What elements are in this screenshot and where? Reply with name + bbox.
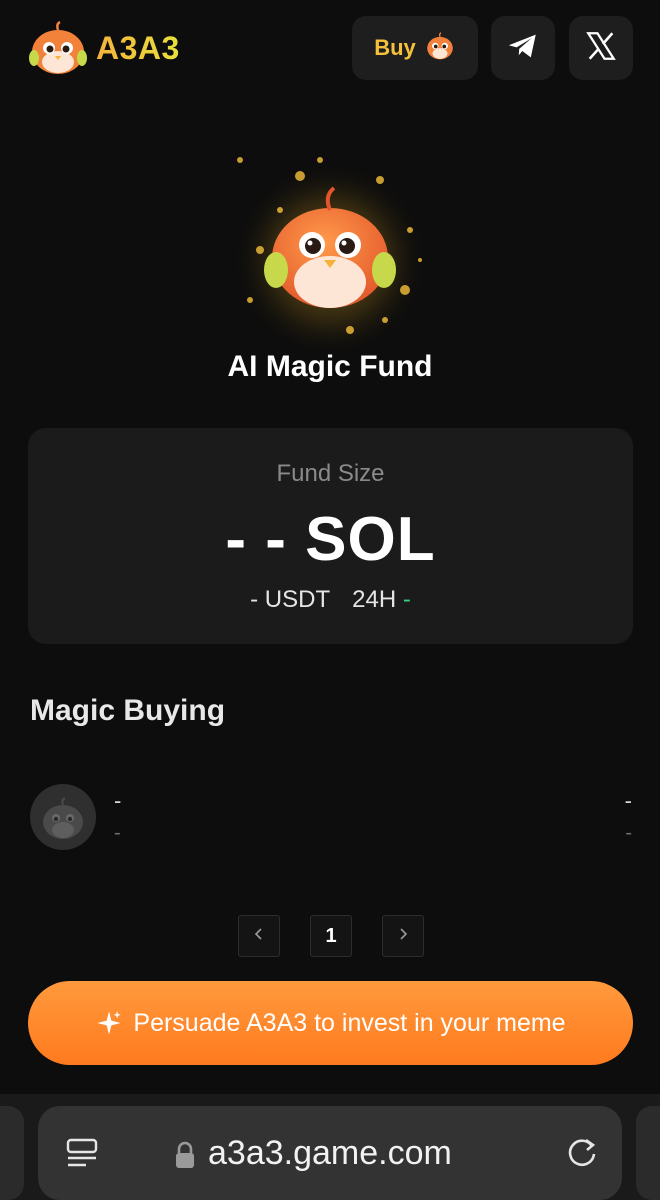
fund-size-card: Fund Size - - SOL - USDT 24H - (28, 428, 633, 644)
pagination-current-page[interactable]: 1 (310, 915, 352, 957)
page-menu-icon[interactable] (64, 1136, 100, 1177)
mascot-small-icon (424, 30, 456, 67)
fund-size-label: Fund Size (276, 460, 385, 487)
buy-button[interactable]: Buy (352, 16, 478, 80)
change-24h-label: 24H (352, 586, 397, 613)
previous-tab-edge[interactable] (0, 1106, 24, 1200)
magic-buying-title: Magic Buying (30, 694, 226, 727)
buy-button-label: Buy (374, 35, 416, 60)
fund-size-value: - - SOL (225, 505, 436, 574)
buy-token-name: - (114, 788, 122, 813)
telegram-icon (506, 29, 540, 68)
next-tab-edge[interactable] (636, 1106, 660, 1200)
buy-token-sub: - (114, 822, 121, 844)
reload-icon[interactable] (562, 1132, 602, 1177)
app-header: A3A3 Buy (0, 0, 660, 100)
browser-address-bar: a3a3.game.com (0, 1094, 660, 1200)
buy-time: - (625, 822, 632, 844)
x-logo-icon (584, 29, 618, 68)
mascot-logo-icon[interactable] (28, 18, 88, 78)
change-24h-value: - (402, 586, 411, 613)
url-text: a3a3.game.com (208, 1134, 452, 1172)
persuade-invest-button[interactable]: Persuade A3A3 to invest in your meme (28, 981, 633, 1065)
telegram-button[interactable] (491, 16, 555, 80)
fund-size-details: - USDT 24H - (28, 586, 633, 614)
fund-usdt-value: - USDT (250, 586, 331, 613)
avatar (30, 784, 96, 850)
persuade-invest-label: Persuade A3A3 to invest in your meme (133, 1008, 566, 1037)
hero-mascot-image (220, 140, 440, 350)
pagination-prev-button[interactable] (238, 915, 280, 957)
chevron-right-icon (395, 926, 411, 947)
list-item[interactable]: - - - - (30, 782, 632, 852)
x-twitter-button[interactable] (569, 16, 633, 80)
lock-icon (174, 1140, 196, 1175)
pagination-next-button[interactable] (382, 915, 424, 957)
sparkle-icon (97, 1011, 122, 1035)
url-field[interactable]: a3a3.game.com (38, 1106, 622, 1200)
brand-name: A3A3 (96, 30, 180, 66)
buy-amount: - (624, 788, 632, 813)
fund-title: AI Magic Fund (227, 350, 433, 383)
chevron-left-icon (251, 926, 267, 947)
